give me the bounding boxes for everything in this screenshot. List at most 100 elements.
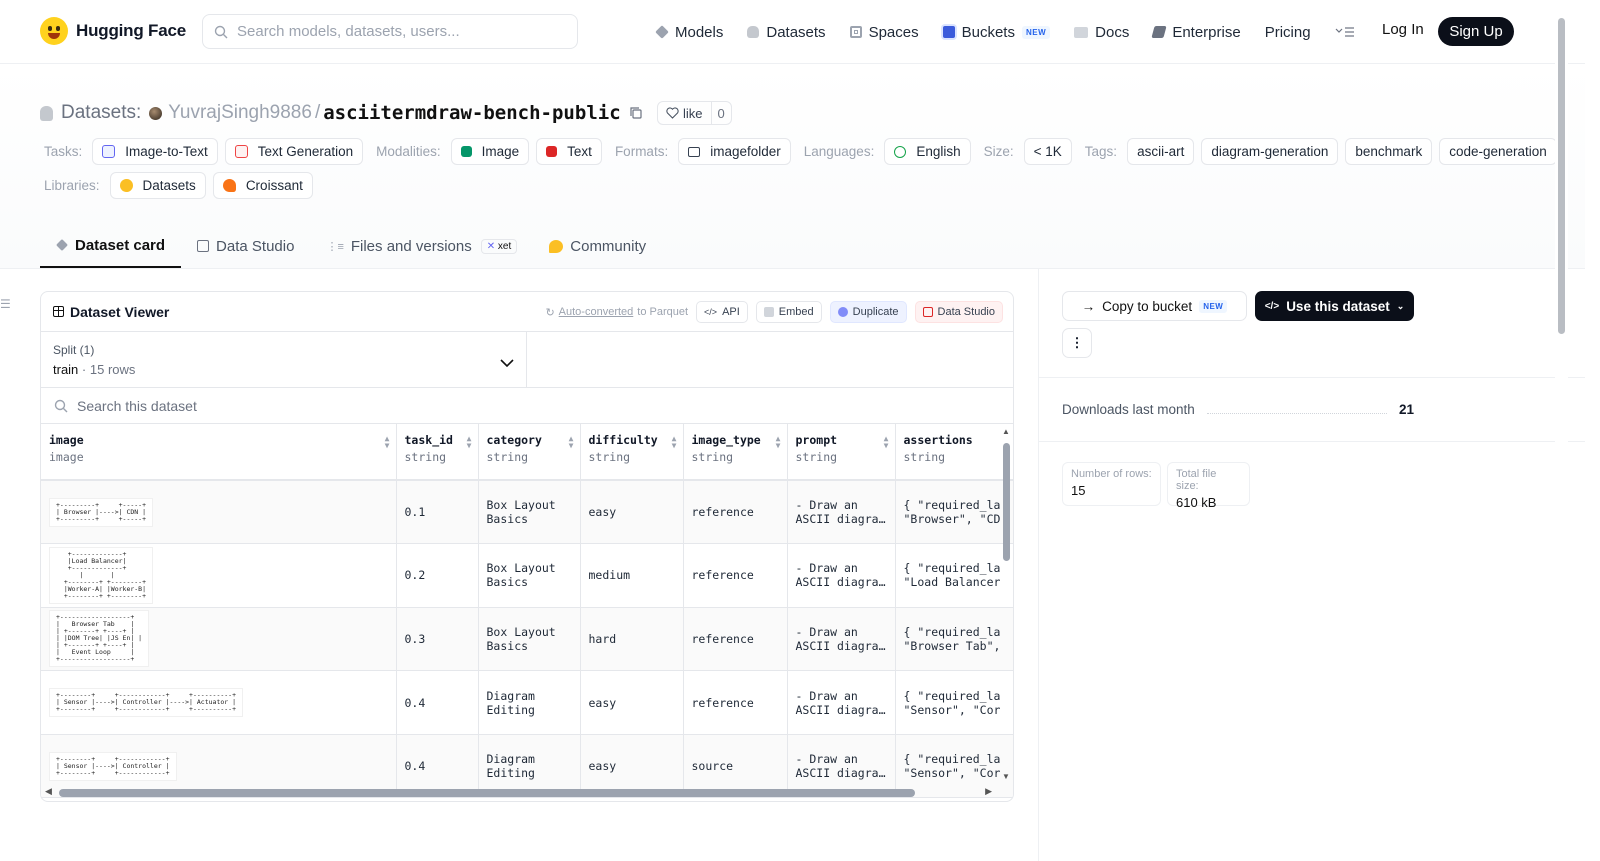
cell-difficulty[interactable]: easy [580, 670, 684, 735]
cell-task-id[interactable]: 0.4 [396, 670, 479, 735]
cell-category[interactable]: Box Layout Basics [478, 607, 581, 672]
signup-button[interactable]: Sign Up [1438, 17, 1514, 46]
ascii-thumbnail[interactable]: +-------------+ |Load Balancer| +-------… [49, 546, 154, 604]
cell-image-type[interactable]: reference [683, 670, 788, 735]
page-scrollbar[interactable] [1555, 0, 1568, 861]
page-scroll-thumb[interactable] [1558, 18, 1565, 334]
cell-image-type[interactable]: reference [683, 480, 788, 545]
ascii-thumbnail[interactable]: +---------+ +-----+ | Browser |---->| CD… [49, 497, 154, 527]
nav-enterprise[interactable]: Enterprise [1151, 18, 1241, 46]
cell-category[interactable]: Diagram Editing [478, 670, 581, 735]
chevron-down-icon[interactable] [500, 359, 514, 367]
nav-buckets[interactable]: Buckets NEW [942, 18, 1051, 46]
ascii-thumbnail[interactable]: +------------------+ | Browser Tab | | +… [49, 610, 150, 668]
cell-task-id[interactable]: 0.3 [396, 607, 479, 672]
cell-assertions[interactable]: { "required_la "Browser", "CD [895, 480, 1013, 545]
column-header-prompt[interactable]: prompt string ▲ ▼ [787, 424, 896, 481]
tag-lib-datasets[interactable]: Datasets [109, 172, 206, 199]
tag-imagefolder[interactable]: imagefolder [678, 138, 791, 165]
split-selector[interactable]: Split (1) train · 15 rows [41, 332, 1013, 388]
login-link[interactable]: Log In [1382, 21, 1424, 38]
column-header-task-id[interactable]: task_id string ▲ ▼ [396, 424, 479, 481]
embed-button[interactable]: Embed [755, 301, 822, 323]
global-search[interactable] [202, 14, 578, 49]
cell-image[interactable]: +---------+ +-----+ | Browser |---->| CD… [41, 480, 397, 545]
sort-icon[interactable]: ▲ ▼ [672, 435, 677, 450]
tab-dataset-card[interactable]: Dataset card [40, 224, 182, 268]
use-this-dataset-button[interactable]: </> Use this dataset ⌄ [1255, 291, 1414, 321]
cell-category[interactable]: Box Layout Basics [478, 480, 581, 545]
cell-image[interactable]: +------------------+ | Browser Tab | | +… [41, 607, 397, 672]
cell-prompt[interactable]: - Draw an ASCII diagra… [787, 543, 896, 608]
cell-assertions[interactable]: { "required_la "Load Balancer [895, 543, 1013, 608]
cell-category[interactable]: Box Layout Basics [478, 543, 581, 608]
table-row[interactable]: +---------+ +-----+ | Browser |---->| CD… [41, 480, 1013, 545]
sort-icon[interactable]: ▲ ▼ [884, 435, 889, 450]
tag-code-generation[interactable]: code-generation [1439, 138, 1557, 165]
scroll-thumb[interactable] [59, 789, 915, 797]
more-options-button[interactable]: ⋮ [1062, 328, 1092, 358]
cell-difficulty[interactable]: easy [580, 480, 684, 545]
cell-prompt[interactable]: - Draw an ASCII diagra… [787, 480, 896, 545]
cell-image[interactable]: +-------------+ |Load Balancer| +-------… [41, 543, 397, 608]
cell-assertions[interactable]: { "required_la "Browser Tab", [895, 607, 1013, 672]
nav-spaces[interactable]: Spaces [849, 18, 919, 46]
tab-files-and-versions[interactable]: ⋮≡ Files and versions ✕ xet [310, 224, 533, 268]
nav-pricing[interactable]: Pricing [1265, 18, 1311, 46]
cell-difficulty[interactable]: medium [580, 543, 684, 608]
repo-name[interactable]: asciitermdraw-bench-public [323, 102, 620, 124]
column-header-assertions[interactable]: assertions string [895, 424, 1013, 481]
sort-icon[interactable]: ▲ ▼ [776, 435, 781, 450]
sort-icon[interactable]: ▲ ▼ [385, 435, 390, 450]
cell-image-type[interactable]: reference [683, 543, 788, 608]
auto-converted-link[interactable]: Auto-converted [559, 306, 634, 318]
sort-icon[interactable]: ▲ ▼ [467, 435, 472, 450]
tab-data-studio[interactable]: Data Studio [181, 224, 310, 268]
tag-lib-croissant[interactable]: Croissant [212, 172, 313, 199]
cell-assertions[interactable]: { "required_la "Sensor", "Cor [895, 670, 1013, 735]
sidebar-toggle-icon[interactable]: ☰ [0, 297, 11, 311]
vertical-scrollbar[interactable]: ▲ ▼ [1002, 427, 1010, 781]
table-row[interactable]: +-------------+ |Load Balancer| +-------… [41, 543, 1013, 608]
column-header-image-type[interactable]: image_type string ▲ ▼ [683, 424, 788, 481]
owner-link[interactable]: YuvrajSingh9886 [168, 102, 312, 124]
tab-community[interactable]: Community [533, 224, 662, 268]
cell-image[interactable]: +--------+ +------------+ +----------+ |… [41, 670, 397, 735]
nav-models[interactable]: Models [655, 18, 723, 46]
tag-diagram-generation[interactable]: diagram-generation [1201, 138, 1339, 165]
column-header-image[interactable]: image image ▲ ▼ [41, 424, 397, 481]
ascii-thumbnail[interactable]: +--------+ +------------+ +----------+ |… [49, 688, 244, 718]
ascii-thumbnail[interactable]: +--------+ +------------+ | Sensor |----… [49, 751, 177, 781]
api-button[interactable]: </> API [696, 301, 748, 323]
nav-docs[interactable]: Docs [1074, 18, 1129, 46]
dataset-search-input[interactable] [77, 397, 477, 414]
like-button[interactable]: like 0 [657, 101, 732, 125]
global-search-input[interactable] [237, 23, 557, 40]
copy-to-bucket-button[interactable]: → Copy to bucket NEW [1062, 291, 1247, 321]
column-header-category[interactable]: category string ▲ ▼ [478, 424, 581, 481]
nav-more-menu[interactable] [1335, 18, 1355, 46]
cell-image-type[interactable]: reference [683, 607, 788, 672]
tag-text-generation[interactable]: Text Generation [224, 138, 364, 165]
tag-text[interactable]: Text [536, 138, 602, 165]
table-row[interactable]: +------------------+ | Browser Tab | | +… [41, 607, 1013, 672]
nav-datasets[interactable]: Datasets [747, 18, 826, 46]
cell-task-id[interactable]: 0.2 [396, 543, 479, 608]
tag-image[interactable]: Image [450, 138, 530, 165]
scroll-thumb[interactable] [1003, 443, 1010, 561]
tag-ascii-art[interactable]: ascii-art [1127, 138, 1195, 165]
hf-logo[interactable]: Hugging Face [40, 17, 186, 45]
tag-english[interactable]: English [884, 138, 971, 165]
horizontal-scrollbar[interactable]: ◀ ▶ [45, 786, 1004, 798]
dataset-search[interactable] [41, 388, 1013, 424]
tag-size[interactable]: < 1K [1023, 138, 1072, 165]
tag-image-to-text[interactable]: Image-to-Text [92, 138, 218, 165]
tag-benchmark[interactable]: benchmark [1345, 138, 1433, 165]
table-row[interactable]: +--------+ +------------+ +----------+ |… [41, 670, 1013, 735]
copy-icon[interactable] [629, 106, 643, 120]
cell-prompt[interactable]: - Draw an ASCII diagra… [787, 670, 896, 735]
duplicate-button[interactable]: Duplicate [829, 301, 907, 323]
cell-task-id[interactable]: 0.1 [396, 480, 479, 545]
data-studio-button[interactable]: Data Studio [914, 301, 1003, 323]
sort-icon[interactable]: ▲ ▼ [569, 435, 574, 450]
